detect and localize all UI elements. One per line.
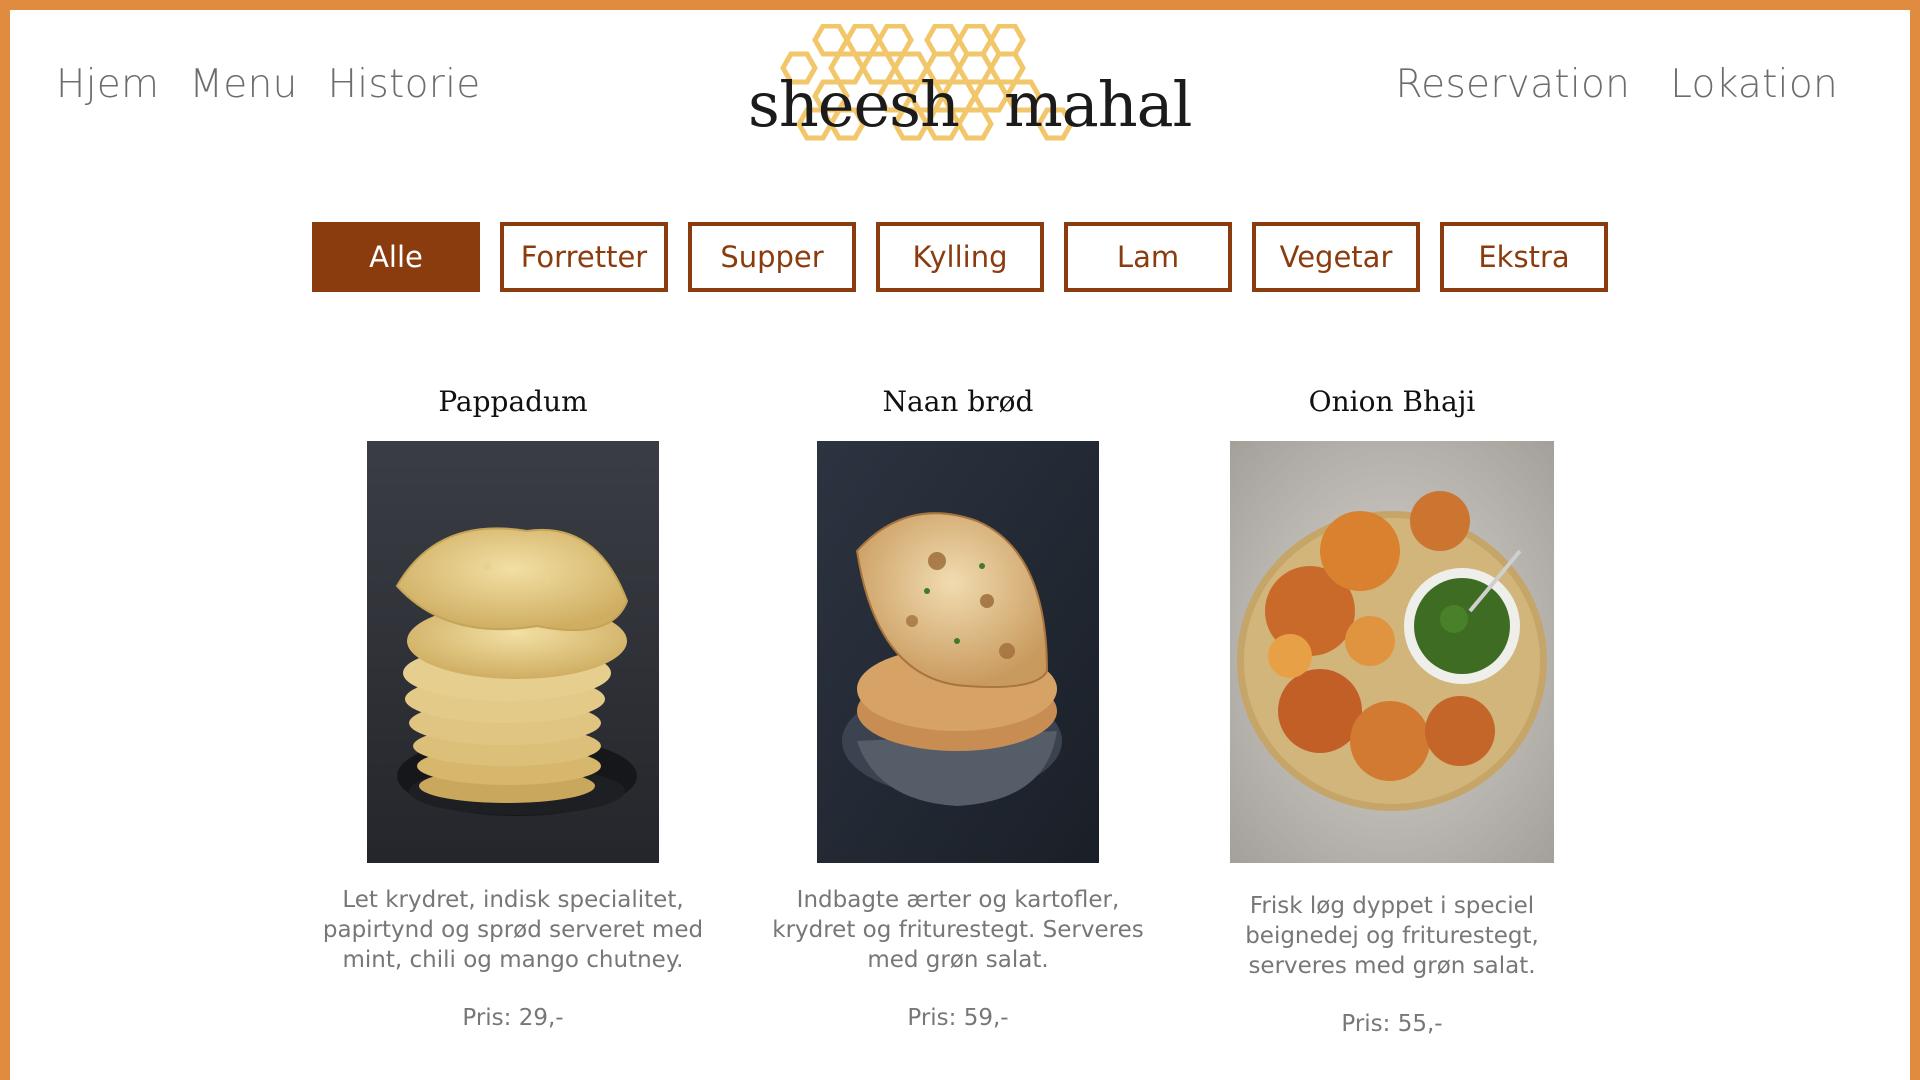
filter-button-supper[interactable]: Supper	[688, 222, 856, 292]
nav-link-hjem[interactable]: Hjem	[56, 62, 159, 107]
nav-left: Hjem Menu Historie	[56, 62, 481, 107]
menu-item-price: Pris: 55,-	[1341, 1011, 1443, 1037]
menu-item-title: Pappadum	[438, 385, 588, 418]
pappadum-image	[367, 441, 659, 863]
nav-right: Reservation Lokation	[1396, 62, 1839, 107]
menu-item-title: Naan brød	[882, 385, 1034, 418]
menu-card: Pappadum Let krydret, indisk specialitet…	[318, 385, 708, 1031]
filter-button-kylling[interactable]: Kylling	[876, 222, 1044, 292]
logo-word-mahal: mahal	[1004, 68, 1192, 141]
naan-image	[817, 441, 1099, 863]
menu-item-description: Let krydret, indisk specialitet, papirty…	[322, 887, 704, 973]
nav-link-menu[interactable]: Menu	[189, 62, 297, 107]
menu-item-description: Frisk løg dyppet i speciel beignedej og …	[1245, 893, 1539, 979]
nav-link-historie[interactable]: Historie	[328, 62, 481, 107]
menu-item-title: Onion Bhaji	[1308, 385, 1476, 418]
nav-link-reservation[interactable]: Reservation	[1396, 62, 1631, 107]
nav-link-lokation[interactable]: Lokation	[1670, 62, 1838, 107]
category-filter-bar: Alle Forretter Supper Kylling Lam Vegeta…	[312, 222, 1608, 292]
logo-word-sheesh: sheesh	[748, 68, 960, 141]
filter-button-alle[interactable]: Alle	[312, 222, 480, 292]
menu-card: Onion Bhaji Frisk løg dyppet i speciel b…	[1222, 385, 1562, 1037]
menu-item-description: Indbagte ærter og kartofler, krydret og …	[772, 887, 1144, 973]
onion-bhaji-image	[1230, 441, 1554, 863]
menu-item-price: Pris: 59,-	[907, 1005, 1009, 1031]
filter-button-lam[interactable]: Lam	[1064, 222, 1232, 292]
filter-button-ekstra[interactable]: Ekstra	[1440, 222, 1608, 292]
logo[interactable]: sheesh mahal	[740, 24, 1192, 154]
filter-button-vegetar[interactable]: Vegetar	[1252, 222, 1420, 292]
menu-card: Naan brød Indbagte ærter og kartofler, k…	[752, 385, 1164, 1031]
filter-button-forretter[interactable]: Forretter	[500, 222, 668, 292]
menu-item-price: Pris: 29,-	[462, 1005, 564, 1031]
